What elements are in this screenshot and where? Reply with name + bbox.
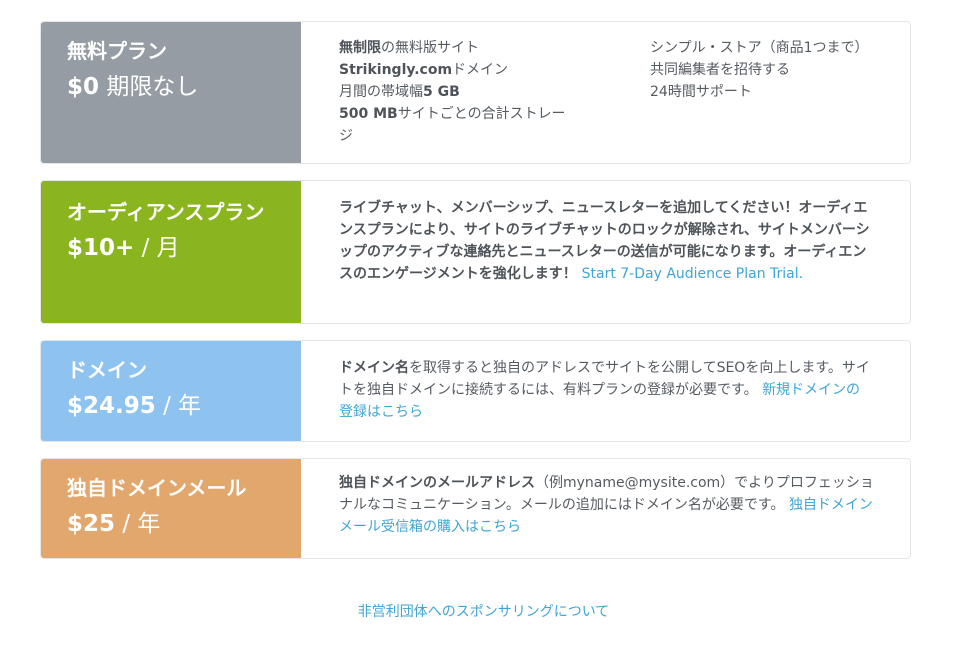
price-amount: $25 [67,511,116,537]
feature-text: の無料版サイト [381,40,479,56]
plan-features-free: 無制限の無料版サイト Strikingly.comドメイン 月間の帯域幅5 GB… [301,22,910,163]
price-period: / 年 [122,511,161,537]
sponsor-link[interactable]: 非営利団体へのスポンサリングについて [0,601,967,621]
feature-columns: 無制限の無料版サイト Strikingly.comドメイン 月間の帯域幅5 GB… [339,37,874,147]
plan-header-free: 無料プラン $0 期限なし [41,22,301,163]
plan-name: ドメイン [67,358,147,382]
plan-header-audience: オーディアンスプラン $10+ / 月 [41,181,301,323]
audience-trial-link[interactable]: Start 7-Day Audience Plan Trial. [582,266,803,282]
feature-item: 共同編集者を招待する [650,62,790,78]
feature-item: 24時間サポート [650,84,752,100]
plan-card-audience: オーディアンスプラン $10+ / 月 ライブチャット、メンバーシップ、ニュース… [40,180,911,324]
plan-name: 無料プラン [67,39,167,63]
plan-description-mail: 独自ドメインのメールアドレス（例myname@mysite.com）でよりプロフ… [301,459,910,558]
plans-list: 無料プラン $0 期限なし 無制限の無料版サイト Strikingly.comド… [40,21,911,575]
plan-header-mail: 独自ドメインメール $25 / 年 [41,459,301,558]
plan-name: オーディアンスプラン [67,200,265,224]
feature-item: Strikingly.comドメイン [339,59,574,81]
plan-card-mail: 独自ドメインメール $25 / 年 独自ドメインのメールアドレス（例myname… [40,458,911,559]
feature-bold: 5 GB [423,84,460,100]
feature-bold: 500 MB [339,106,398,122]
plan-price: $0 期限なし [67,70,285,104]
price-period: 期限なし [106,74,199,100]
plan-header-domain: ドメイン $24.95 / 年 [41,341,301,441]
feature-item: 500 MBサイトごとの合計ストレージ [339,103,574,147]
price-amount: $0 [67,74,100,100]
plan-card-domain: ドメイン $24.95 / 年 ドメイン名を取得すると独自のアドレスでサイトを公… [40,340,911,442]
plan-description-domain: ドメイン名を取得すると独自のアドレスでサイトを公開してSEOを向上します。サイト… [301,341,910,441]
feature-item: 無制限の無料版サイト [339,37,574,59]
price-period: / 年 [163,393,202,419]
feature-column-right: シンプル・ストア（商品1つまで） 共同編集者を招待する 24時間サポート [650,37,870,147]
plan-description-audience: ライブチャット、メンバーシップ、ニュースレターを追加してください！オーディエンス… [301,181,910,323]
plan-name: 独自ドメインメール [67,476,247,500]
price-period: / 月 [141,235,180,261]
plan-price: $25 / 年 [67,507,285,541]
feature-item: シンプル・ストア（商品1つまで） [650,40,869,56]
feature-bold: Strikingly.com [339,62,453,78]
plan-price: $24.95 / 年 [67,389,285,423]
price-amount: $10+ [67,235,135,261]
description-bold: ドメイン名 [339,360,409,376]
feature-column-left: 無制限の無料版サイト Strikingly.comドメイン 月間の帯域幅5 GB… [339,37,574,147]
feature-text: ドメイン [452,62,509,78]
plan-price: $10+ / 月 [67,231,285,265]
description-bold: 独自ドメインのメールアドレス [339,475,535,491]
plan-card-free: 無料プラン $0 期限なし 無制限の無料版サイト Strikingly.comド… [40,21,911,164]
feature-bold: 無制限 [339,40,381,56]
feature-item: 月間の帯域幅5 GB [339,81,574,103]
feature-text: 月間の帯域幅 [339,84,423,100]
price-amount: $24.95 [67,393,156,419]
